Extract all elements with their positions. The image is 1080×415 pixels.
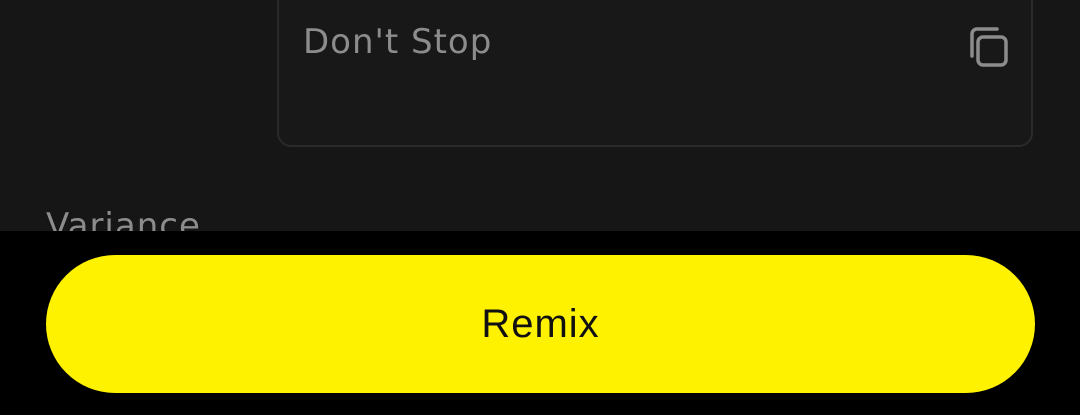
prompt-text-box[interactable]: Don't Stop xyxy=(277,0,1033,147)
remix-button-label: Remix xyxy=(481,301,600,346)
remix-button[interactable]: Remix xyxy=(46,255,1035,393)
remix-screen: Variance Don't Stop Remix xyxy=(0,0,1080,415)
bottom-action-bar: Remix xyxy=(0,231,1080,415)
copy-icon[interactable] xyxy=(965,24,1013,72)
prompt-text-value: Don't Stop xyxy=(303,22,493,62)
